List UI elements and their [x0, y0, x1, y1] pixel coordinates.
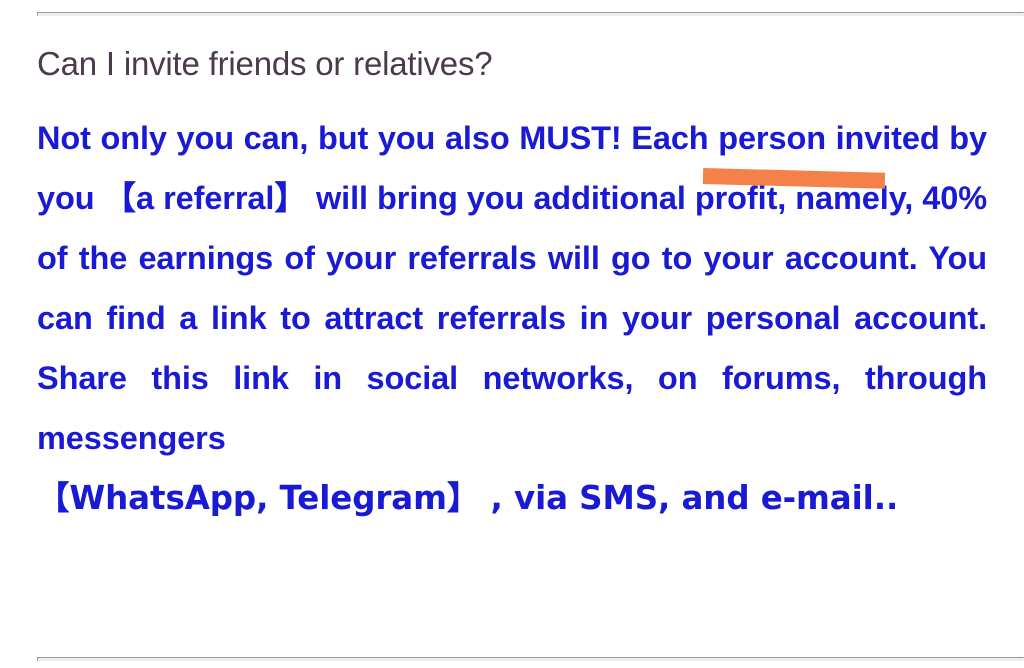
faq-item: Can I invite friends or relatives? Not o… — [37, 44, 987, 528]
faq-question[interactable]: Can I invite friends or relatives? — [37, 44, 987, 84]
faq-answer-body: Not only you can, but you also MUST! Eac… — [37, 120, 987, 456]
top-divider — [37, 12, 1024, 16]
faq-answer: Not only you can, but you also MUST! Eac… — [37, 84, 987, 528]
faq-page: Can I invite friends or relatives? Not o… — [0, 0, 1024, 668]
faq-answer-last-line: 【WhatsApp, Telegram】 , via SMS, and e-ma… — [37, 479, 899, 517]
bottom-divider — [37, 657, 1024, 661]
